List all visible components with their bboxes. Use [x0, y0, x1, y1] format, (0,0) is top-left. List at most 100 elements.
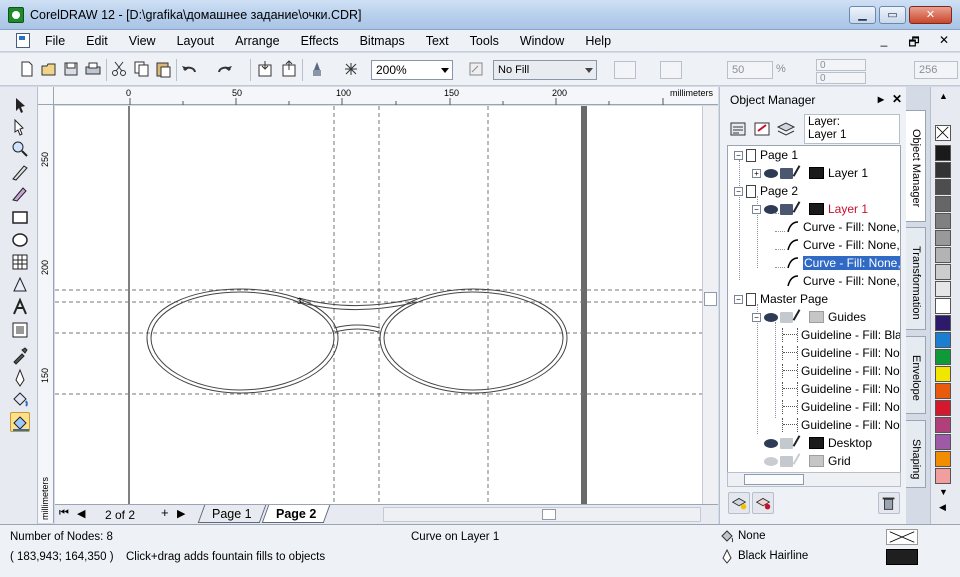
- horizontal-ruler[interactable]: 0 50 100 150 200 millimeters: [38, 87, 718, 105]
- opacity-field[interactable]: 50: [727, 61, 773, 79]
- tree-item-guideline[interactable]: Guideline - Fill: No: [782, 344, 900, 362]
- collapse-icon[interactable]: −: [734, 294, 743, 304]
- freehand-tool-icon[interactable]: [10, 162, 30, 182]
- fill-tool-icon[interactable]: [467, 60, 485, 78]
- zoom-tool-icon[interactable]: [10, 139, 30, 159]
- pick-tool-icon[interactable]: [10, 95, 30, 115]
- printer-icon[interactable]: [780, 437, 793, 449]
- tree-item-curve[interactable]: Curve - Fill: None,: [786, 272, 900, 290]
- application-launcher-icon[interactable]: [308, 60, 326, 78]
- text-tool-icon[interactable]: [10, 297, 30, 317]
- undo-icon[interactable]: [180, 60, 198, 78]
- palette-color-swatch[interactable]: [935, 179, 951, 195]
- layer-color-swatch[interactable]: [809, 167, 824, 179]
- drawing-canvas[interactable]: 3: [55, 106, 702, 504]
- menu-window[interactable]: Window: [520, 34, 564, 48]
- menu-arrange[interactable]: Arrange: [235, 34, 279, 48]
- zoom-levels-dropdown[interactable]: 200%: [371, 60, 453, 80]
- tree-item-page-1[interactable]: − Page 1: [734, 146, 798, 164]
- palette-color-swatch[interactable]: [935, 349, 951, 365]
- tab-object-manager[interactable]: Object Manager: [906, 110, 926, 222]
- palette-color-swatch[interactable]: [935, 213, 951, 229]
- color-picker-1[interactable]: [614, 61, 636, 79]
- fill-swatch-none[interactable]: [886, 529, 918, 545]
- pencil-icon[interactable]: [792, 201, 808, 217]
- tree-item-desktop[interactable]: Desktop: [764, 434, 872, 452]
- interactive-fill-tool-icon[interactable]: [10, 412, 30, 432]
- fill-bucket-icon[interactable]: [720, 529, 734, 544]
- tab-page-1[interactable]: Page 1: [197, 505, 266, 523]
- offset-y-field[interactable]: 0: [816, 72, 866, 84]
- previous-page-button[interactable]: ◀: [77, 507, 85, 520]
- redo-icon[interactable]: [216, 60, 234, 78]
- smart-drawing-tool-icon[interactable]: [10, 184, 30, 204]
- scroll-thumb[interactable]: [744, 474, 804, 485]
- tree-item-guideline[interactable]: Guideline - Fill: No: [782, 398, 900, 416]
- doc-close-button[interactable]: ✕: [936, 33, 952, 54]
- palette-color-swatch[interactable]: [935, 247, 951, 263]
- right-lens-outer[interactable]: [379, 288, 568, 394]
- menu-bitmaps[interactable]: Bitmaps: [360, 34, 405, 48]
- doc-minimize-button[interactable]: _: [876, 33, 892, 54]
- menu-effects[interactable]: Effects: [301, 34, 339, 48]
- palette-scroll-down-icon[interactable]: ▼: [939, 487, 948, 497]
- document-icon[interactable]: [16, 33, 30, 48]
- tab-shaping[interactable]: Shaping: [906, 420, 926, 488]
- eye-icon[interactable]: [764, 456, 778, 466]
- no-color-swatch[interactable]: [935, 125, 951, 141]
- tree-item-guides[interactable]: − Guides: [752, 308, 866, 326]
- corel-online-icon[interactable]: [342, 60, 360, 78]
- left-lens-inner[interactable]: [150, 291, 335, 391]
- coreldraw-app-icon[interactable]: [8, 7, 24, 23]
- tree-horizontal-scrollbar[interactable]: [727, 472, 901, 487]
- tab-envelope[interactable]: Envelope: [906, 336, 926, 414]
- first-page-button[interactable]: ⏮: [59, 507, 69, 520]
- palette-color-swatch[interactable]: [935, 162, 951, 178]
- menu-help[interactable]: Help: [585, 34, 611, 48]
- printer-icon[interactable]: [780, 167, 793, 179]
- palette-color-swatch[interactable]: [935, 145, 951, 161]
- eyedropper-tool-icon[interactable]: [10, 345, 30, 365]
- palette-color-swatch[interactable]: [935, 230, 951, 246]
- outline-swatch[interactable]: [886, 549, 918, 565]
- palette-color-swatch[interactable]: [935, 315, 951, 331]
- layer-color-swatch[interactable]: [809, 203, 824, 215]
- palette-color-swatch[interactable]: [935, 298, 951, 314]
- scroll-thumb[interactable]: [704, 292, 717, 306]
- minimize-button[interactable]: ▁: [849, 6, 876, 24]
- interactive-blend-tool-icon[interactable]: [10, 320, 30, 340]
- add-page-button[interactable]: +: [161, 505, 169, 520]
- new-layer-icon[interactable]: [728, 492, 750, 514]
- tree-item-curve-selected[interactable]: Curve - Fill: None,: [786, 254, 900, 272]
- canvas-horizontal-scrollbar[interactable]: [383, 507, 701, 522]
- guidelines[interactable]: [55, 106, 702, 504]
- show-object-properties-icon[interactable]: [728, 119, 748, 139]
- pencil-icon[interactable]: [792, 435, 808, 451]
- export-icon[interactable]: [280, 60, 298, 78]
- steps-field[interactable]: 256: [914, 61, 958, 79]
- graph-paper-tool-icon[interactable]: [10, 252, 30, 272]
- tree-item-guideline[interactable]: Guideline - Fill: No: [782, 362, 900, 380]
- tab-transformation[interactable]: Transformation: [906, 227, 926, 330]
- ellipse-tool-icon[interactable]: [10, 230, 30, 250]
- eye-icon[interactable]: [764, 312, 778, 322]
- palette-color-swatch[interactable]: [935, 383, 951, 399]
- menu-layout[interactable]: Layout: [177, 34, 215, 48]
- doc-restore-button[interactable]: 🗗: [906, 33, 922, 54]
- layer-color-swatch[interactable]: [809, 455, 824, 467]
- palette-color-swatch[interactable]: [935, 434, 951, 450]
- pencil-icon[interactable]: [792, 309, 808, 325]
- maximize-button[interactable]: ▭: [879, 6, 906, 24]
- printer-icon[interactable]: [780, 311, 793, 323]
- open-icon[interactable]: [40, 60, 58, 78]
- bridge-bottom[interactable]: [333, 324, 381, 329]
- new-master-layer-icon[interactable]: [752, 492, 774, 514]
- new-document-icon[interactable]: [18, 60, 36, 78]
- color-picker-2[interactable]: [660, 61, 682, 79]
- palette-scroll-up-icon[interactable]: ▲: [939, 91, 948, 101]
- palette-color-swatch[interactable]: [935, 366, 951, 382]
- palette-color-swatch[interactable]: [935, 400, 951, 416]
- collapse-icon[interactable]: −: [734, 150, 743, 160]
- paste-icon[interactable]: [154, 60, 172, 78]
- eye-icon[interactable]: [764, 204, 778, 214]
